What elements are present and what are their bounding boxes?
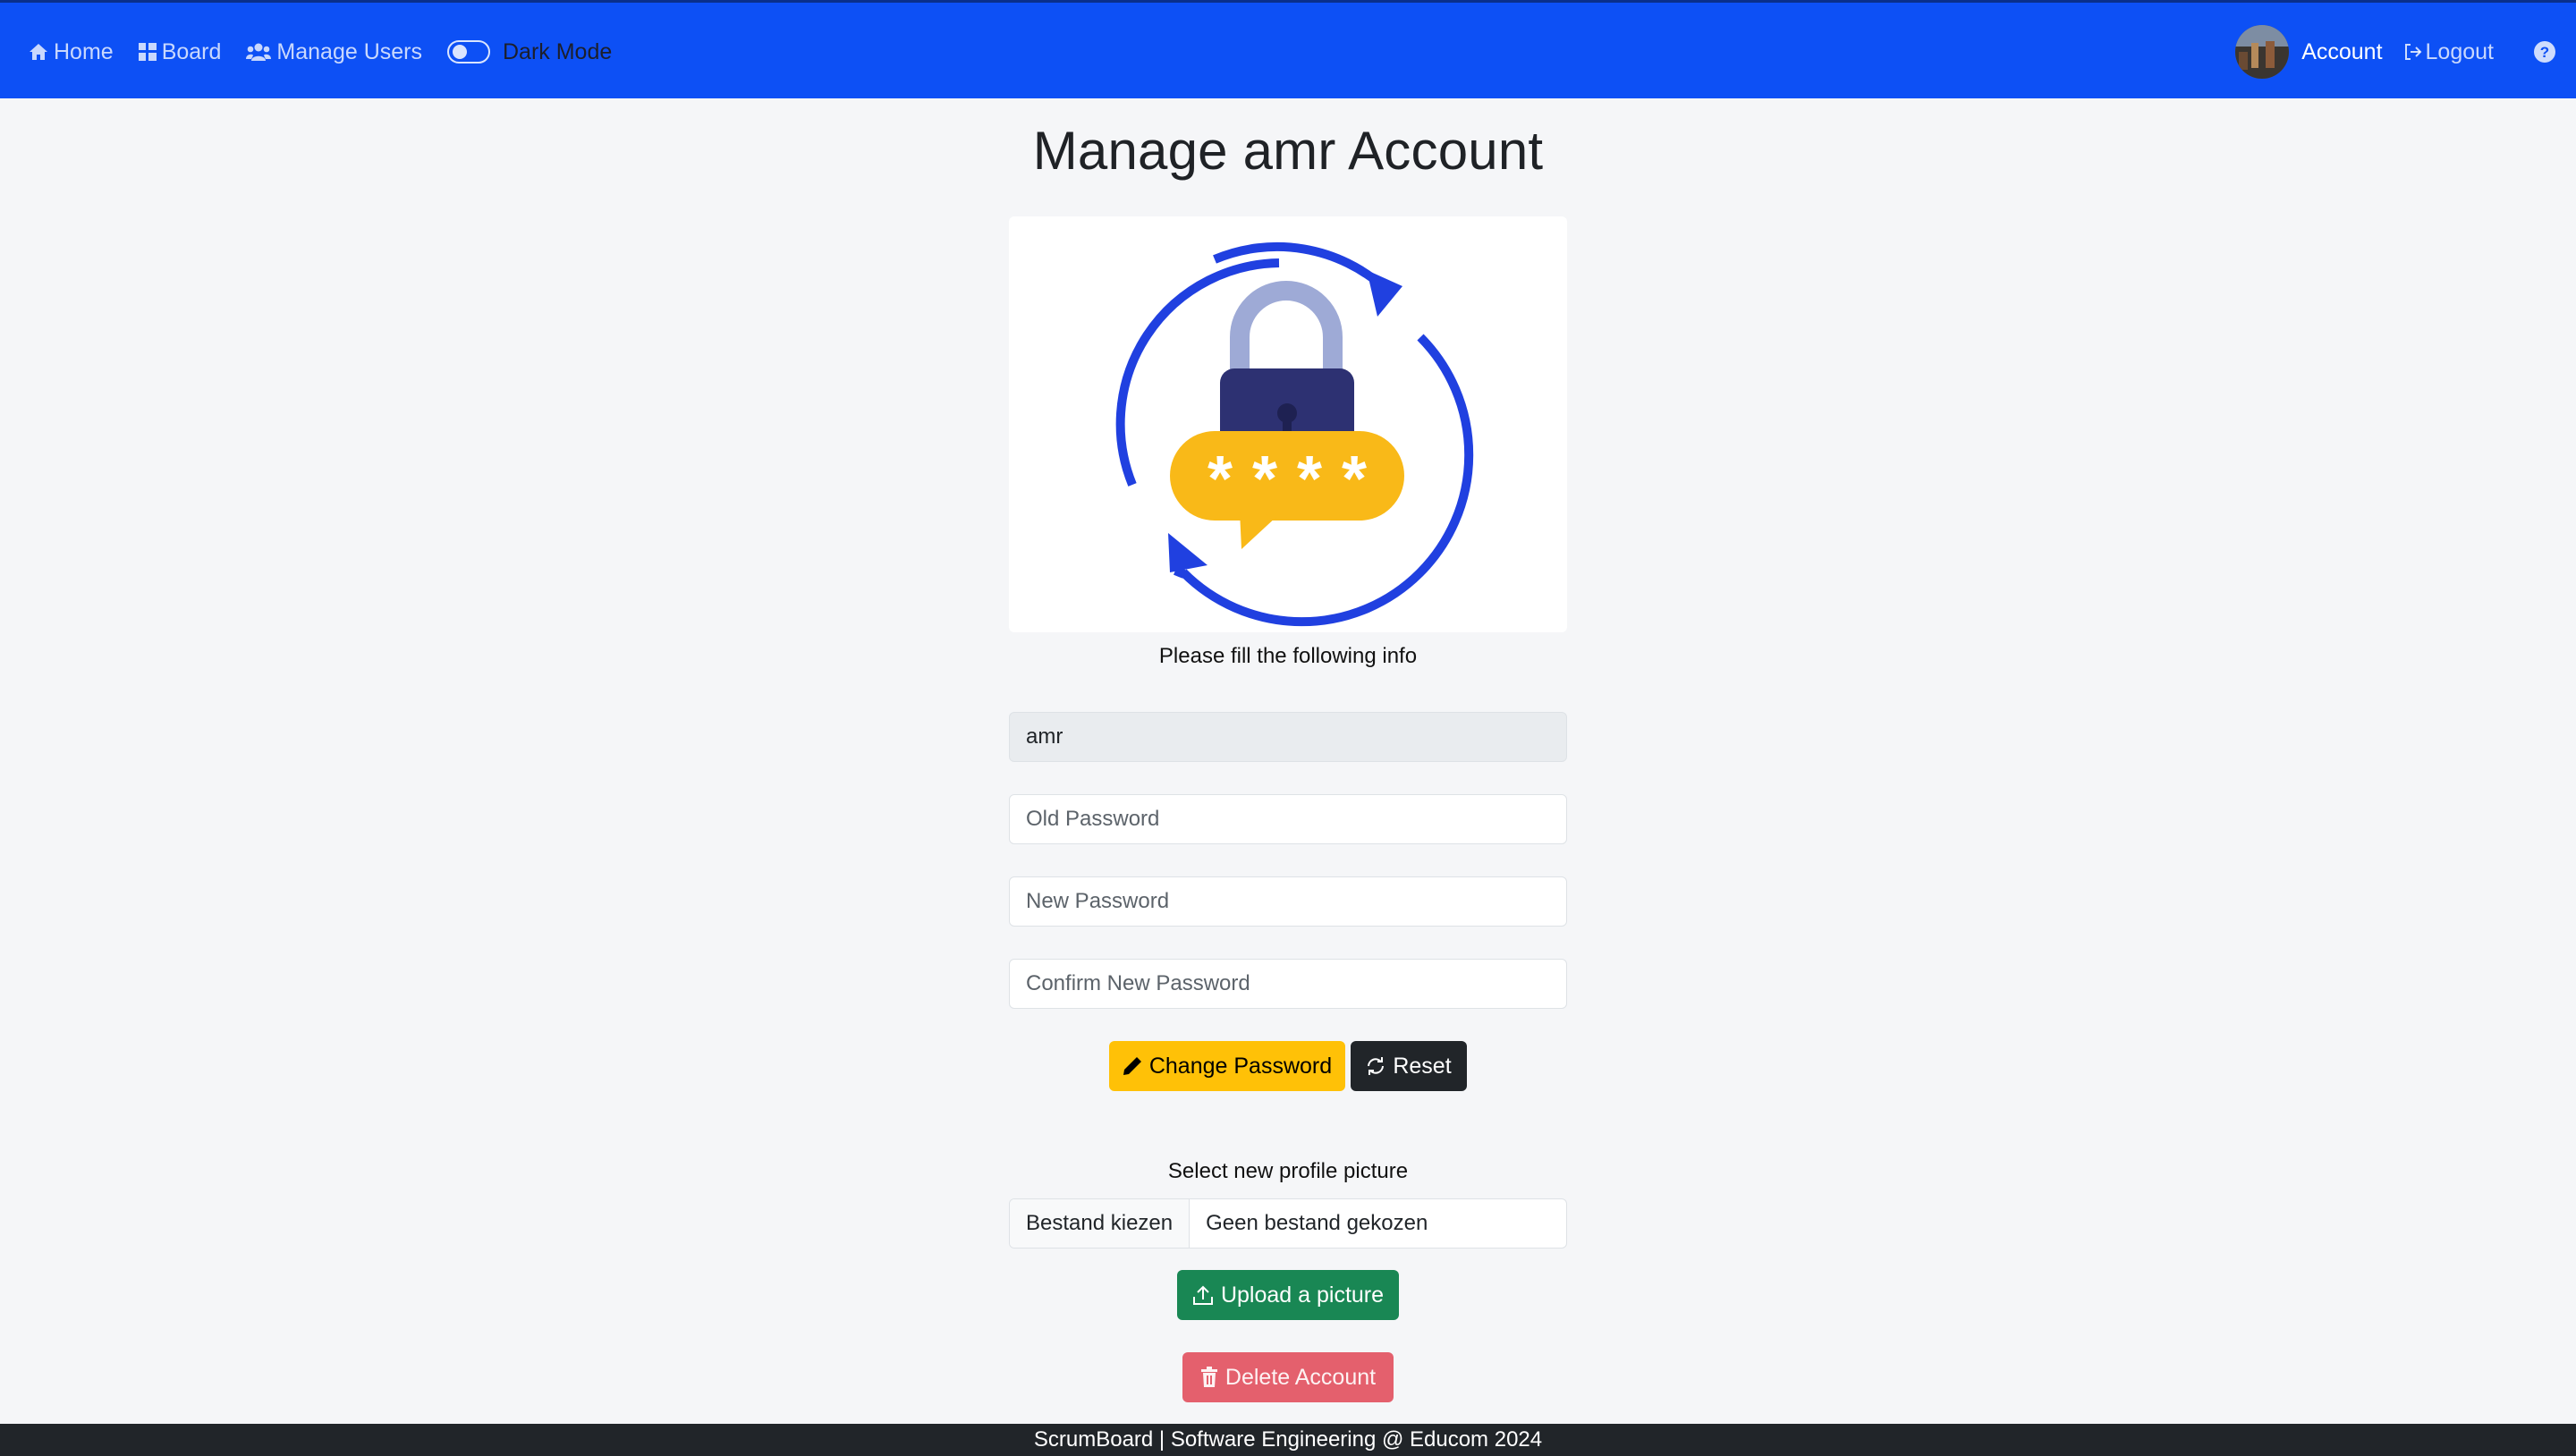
nav-home-label: Home	[54, 38, 114, 64]
nav-right-group: Account Logout ?	[2235, 3, 2576, 101]
profile-picture-label: Select new profile picture	[1167, 1159, 1409, 1183]
nav-manage-users-link[interactable]: Manage Users	[246, 39, 422, 65]
top-navbar: Home Board Manage Users Dark Mode Accoun…	[0, 0, 2576, 98]
nav-left-group: Home Board Manage Users Dark Mode	[29, 3, 612, 101]
change-password-label: Change Password	[1148, 1053, 1333, 1079]
dark-mode-label: Dark Mode	[502, 38, 613, 64]
users-icon	[246, 43, 272, 61]
password-illustration: * * * *	[1009, 216, 1567, 632]
upload-picture-button[interactable]: Upload a picture	[1177, 1270, 1399, 1320]
change-password-button[interactable]: Change Password	[1109, 1041, 1345, 1091]
delete-account-label: Delete Account	[1224, 1364, 1377, 1390]
upload-picture-label: Upload a picture	[1220, 1282, 1385, 1308]
chosen-file-name: Geen bestand gekozen	[1206, 1211, 1428, 1235]
upload-icon	[1192, 1285, 1213, 1305]
form-instructions: Please fill the following info	[1158, 644, 1418, 668]
password-reset-illustration-icon: * * * *	[1115, 241, 1474, 627]
svg-text:?: ?	[2540, 44, 2549, 61]
svg-text:*: *	[1297, 444, 1322, 515]
footer: ScrumBoard | Software Engineering @ Educ…	[0, 1424, 2576, 1456]
nav-home-link[interactable]: Home	[29, 39, 114, 65]
avatar[interactable]	[2235, 25, 2290, 79]
dark-mode-toggle[interactable]	[446, 40, 490, 63]
arrow-repeat-icon	[1368, 1057, 1385, 1075]
profile-picture-file-input[interactable]: Bestand kiezen Geen bestand gekozen	[1009, 1198, 1567, 1249]
help-button[interactable]: ?	[2533, 40, 2556, 63]
sign-out-icon	[2404, 44, 2421, 60]
nav-manage-users-label: Manage Users	[276, 38, 422, 64]
delete-account-button[interactable]: Delete Account	[1182, 1352, 1394, 1402]
svg-text:*: *	[1342, 444, 1367, 515]
reset-button[interactable]: Reset	[1351, 1041, 1467, 1091]
nav-board-link[interactable]: Board	[138, 38, 222, 65]
choose-file-button[interactable]: Bestand kiezen	[1010, 1199, 1191, 1248]
nav-logout-label: Logout	[2425, 38, 2494, 64]
nav-board-label: Board	[161, 38, 222, 64]
question-circle-icon: ?	[2534, 41, 2555, 63]
confirm-password-field[interactable]	[1009, 959, 1567, 1009]
footer-text: ScrumBoard | Software Engineering @ Educ…	[1033, 1427, 1543, 1452]
pencil-icon	[1123, 1057, 1141, 1075]
reset-label: Reset	[1393, 1053, 1452, 1079]
grid-icon	[138, 43, 157, 61]
page-title: Manage amr Account	[1032, 121, 1544, 181]
toggle-knob	[452, 45, 467, 59]
old-password-field[interactable]	[1009, 794, 1567, 844]
username-field[interactable]	[1009, 712, 1567, 762]
nav-logout-link[interactable]: Logout	[2404, 39, 2494, 65]
svg-text:*: *	[1252, 444, 1277, 515]
home-icon	[30, 44, 47, 60]
nav-account-link[interactable]: Account	[2301, 39, 2382, 65]
avatar-image	[2235, 25, 2290, 79]
svg-text:*: *	[1208, 444, 1233, 515]
new-password-field[interactable]	[1009, 876, 1567, 927]
trash-icon	[1200, 1367, 1217, 1387]
